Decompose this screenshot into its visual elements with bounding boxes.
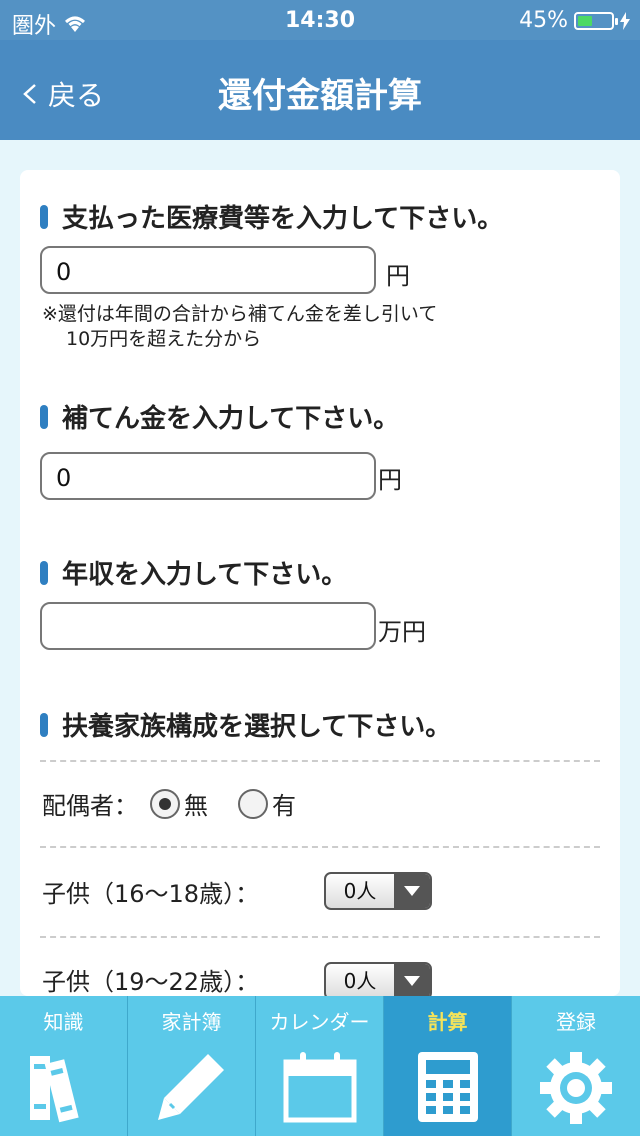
note-line-2: 10万円を超えた分から (66, 328, 262, 350)
child-19-22-value: 0人 (343, 969, 377, 993)
dropdown-arrow-icon (394, 964, 430, 996)
child-16-18-select[interactable]: 0人 (324, 872, 432, 910)
tab-label: カレンダー (269, 1010, 370, 1034)
spouse-yes-label: 有 (272, 792, 296, 820)
section-marker (40, 404, 48, 429)
tab-household-account[interactable]: 家計簿 (128, 996, 256, 1136)
section-marker (40, 712, 48, 737)
section-marker (40, 560, 48, 585)
refund-note: ※還付は年間の合計から補てん金を差し引いて 10万円を超えた分から (42, 302, 437, 352)
family-section-title: 扶養家族構成を選択して下さい。 (40, 706, 451, 743)
medical-expense-input[interactable]: 0 (40, 246, 376, 294)
status-bar: 圏外 14:30 45% (0, 0, 640, 40)
divider (40, 846, 600, 848)
family-title-text: 扶養家族構成を選択して下さい。 (62, 712, 452, 742)
tab-calendar[interactable]: カレンダー (256, 996, 384, 1136)
tab-label: 知識 (43, 1010, 84, 1034)
books-icon (30, 1056, 79, 1123)
annual-income-input[interactable] (40, 602, 376, 650)
tab-label: 登録 (556, 1010, 596, 1034)
child-16-18-label: 子供（16～18歳）： (42, 880, 260, 908)
spouse-row: 配偶者： 無 有 (42, 786, 296, 821)
calendar-icon (283, 1052, 357, 1123)
calculation-form: 支払った医療費等を入力して下さい。 0 円 ※還付は年間の合計から補てん金を差し… (20, 170, 620, 996)
compensation-input[interactable]: 0 (40, 452, 376, 500)
child-19-22-select[interactable]: 0人 (324, 962, 432, 996)
navigation-bar: 戻る 還付金額計算 (0, 40, 640, 140)
divider (40, 936, 600, 938)
divider (40, 760, 600, 762)
income-section-title: 年収を入力して下さい。 (40, 554, 347, 591)
spouse-label: 配偶者： (42, 792, 138, 820)
medical-unit: 円 (386, 262, 410, 290)
section-marker (40, 204, 48, 229)
charging-icon (620, 11, 630, 30)
calculator-icon (418, 1052, 478, 1122)
tab-label: 家計簿 (161, 1010, 222, 1034)
spouse-no-label: 無 (184, 792, 208, 820)
note-line-1: ※還付は年間の合計から補てん金を差し引いて (42, 303, 438, 325)
page-title: 還付金額計算 (218, 76, 422, 116)
tab-calculate[interactable]: 計算 (384, 996, 512, 1136)
tab-bar: 知識 家計簿 カレンダー 計算 登録 (0, 996, 640, 1136)
medical-section-title: 支払った医療費等を入力して下さい。 (40, 198, 503, 235)
gear-icon (540, 1052, 612, 1124)
battery-percent: 45% (519, 8, 568, 33)
pencil-icon (158, 1054, 224, 1120)
compensation-section-title: 補てん金を入力して下さい。 (40, 398, 399, 435)
tab-knowledge[interactable]: 知識 (0, 996, 128, 1136)
income-unit: 万円 (378, 618, 426, 646)
tab-register[interactable]: 登録 (512, 996, 640, 1136)
compensation-title-text: 補てん金を入力して下さい。 (62, 404, 400, 434)
compensation-unit: 円 (378, 466, 402, 494)
medical-title-text: 支払った医療費等を入力して下さい。 (62, 204, 504, 234)
spouse-no-radio[interactable] (150, 788, 180, 819)
dropdown-arrow-icon (394, 874, 430, 908)
income-title-text: 年収を入力して下さい。 (62, 560, 348, 590)
status-right: 45% (519, 8, 630, 33)
battery-icon (574, 11, 618, 30)
spouse-yes-radio[interactable] (238, 788, 268, 819)
tab-label: 計算 (427, 1010, 468, 1034)
child-19-22-label: 子供（19～22歳）： (42, 968, 260, 996)
child-16-18-value: 0人 (343, 879, 377, 903)
